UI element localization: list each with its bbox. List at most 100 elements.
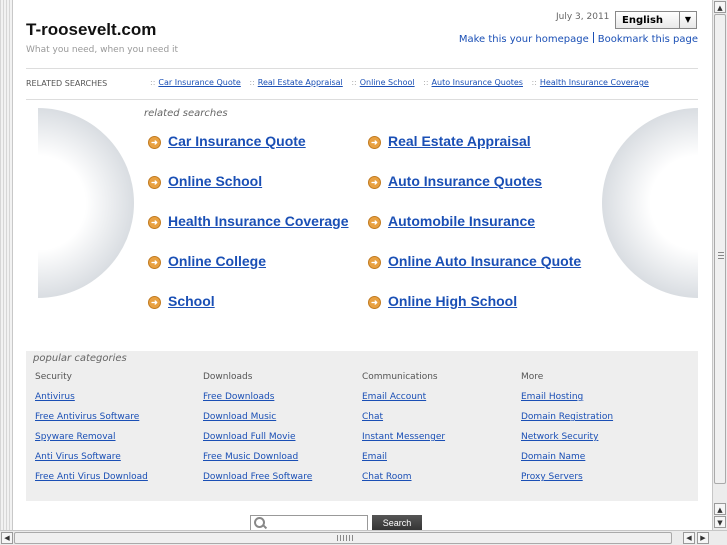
- related-search-item[interactable]: ➜ Health Insurance Coverage: [148, 213, 349, 229]
- related-search-item[interactable]: ➜ Car Insurance Quote: [148, 133, 306, 149]
- language-value: English: [622, 15, 664, 26]
- category-link[interactable]: Free Antivirus Software: [35, 412, 195, 432]
- decorative-arc-left: [38, 108, 134, 298]
- related-search-link[interactable]: Auto Insurance Quotes: [388, 173, 542, 189]
- category-title: Communications: [362, 372, 438, 382]
- related-search-link[interactable]: Online College: [168, 253, 266, 269]
- scroll-left-icon[interactable]: ◀: [683, 532, 695, 544]
- arrow-circle-icon: ➜: [368, 136, 381, 149]
- related-search-item[interactable]: ➜ Online Auto Insurance Quote: [368, 253, 581, 269]
- popular-categories-heading: popular categories: [33, 353, 127, 364]
- horizontal-scroll-thumb[interactable]: [14, 532, 672, 544]
- scroll-right-icon[interactable]: ▶: [697, 532, 709, 544]
- category-column-downloads: Downloads Free Downloads Download Music …: [203, 372, 363, 492]
- related-searches-heading: related searches: [144, 108, 228, 119]
- link-separator: ::: [249, 78, 255, 87]
- category-title: Security: [35, 372, 72, 382]
- scroll-left-icon[interactable]: ◀: [1, 532, 13, 544]
- vertical-scrollbar[interactable]: ▲ ▲ ▼: [712, 0, 727, 530]
- category-link[interactable]: Domain Name: [521, 452, 681, 472]
- category-link[interactable]: Spyware Removal: [35, 432, 195, 452]
- category-link[interactable]: Domain Registration: [521, 412, 681, 432]
- category-link[interactable]: Chat Room: [362, 472, 522, 492]
- bookmark-link[interactable]: Bookmark this page: [598, 34, 698, 45]
- scroll-down-icon[interactable]: ▼: [714, 516, 726, 528]
- arrow-circle-icon: ➜: [148, 256, 161, 269]
- related-search-item[interactable]: ➜ Automobile Insurance: [368, 213, 535, 229]
- related-search-link[interactable]: Car Insurance Quote: [168, 133, 306, 149]
- category-link[interactable]: Free Anti Virus Download: [35, 472, 195, 492]
- category-column-security: Security Antivirus Free Antivirus Softwa…: [35, 372, 195, 492]
- category-link[interactable]: Anti Virus Software: [35, 452, 195, 472]
- category-link[interactable]: Email Hosting: [521, 392, 681, 412]
- related-search-item[interactable]: ➜ Online College: [148, 253, 266, 269]
- vertical-scroll-thumb[interactable]: [714, 14, 726, 484]
- category-link[interactable]: Free Downloads: [203, 392, 363, 412]
- arrow-circle-icon: ➜: [148, 216, 161, 229]
- decorative-arc-right: [602, 108, 698, 298]
- arrow-circle-icon: ➜: [148, 136, 161, 149]
- category-link[interactable]: Proxy Servers: [521, 472, 681, 492]
- grip-icon: [718, 251, 724, 259]
- arrow-circle-icon: ➜: [368, 296, 381, 309]
- search-input[interactable]: [267, 517, 365, 529]
- magnifier-icon: [254, 517, 265, 528]
- top-links: Make this your homepage Bookmark this pag…: [459, 32, 698, 45]
- link-separator: ::: [531, 78, 537, 87]
- arrow-circle-icon: ➜: [148, 296, 161, 309]
- date-display: July 3, 2011: [556, 12, 610, 22]
- related-search-item[interactable]: ➜ Auto Insurance Quotes: [368, 173, 542, 189]
- related-searches-bar: RELATED SEARCHES :: Car Insurance Quote :…: [26, 68, 698, 100]
- related-search-item[interactable]: ➜ Online School: [148, 173, 262, 189]
- category-link[interactable]: Email Account: [362, 392, 522, 412]
- related-search-link[interactable]: Online Auto Insurance Quote: [388, 253, 581, 269]
- category-link[interactable]: Download Music: [203, 412, 363, 432]
- arrow-circle-icon: ➜: [148, 176, 161, 189]
- related-search-link[interactable]: Online High School: [388, 293, 517, 309]
- link-separator: ::: [351, 78, 357, 87]
- related-bar-link[interactable]: Real Estate Appraisal: [258, 78, 343, 87]
- make-homepage-link[interactable]: Make this your homepage: [459, 34, 589, 45]
- horizontal-scrollbar[interactable]: ◀ ◀ ▶: [0, 530, 727, 545]
- search-box[interactable]: [250, 515, 368, 531]
- popular-categories-panel: popular categories Security Antivirus Fr…: [26, 351, 698, 501]
- category-link[interactable]: Free Music Download: [203, 452, 363, 472]
- category-title: More: [521, 372, 544, 382]
- related-search-link[interactable]: Online School: [168, 173, 262, 189]
- category-title: Downloads: [203, 372, 253, 382]
- scroll-up-icon[interactable]: ▲: [714, 1, 726, 13]
- site-tagline: What you need, when you need it: [26, 45, 179, 55]
- related-bar-label: RELATED SEARCHES: [26, 79, 108, 88]
- related-bar-link[interactable]: Online School: [360, 78, 415, 87]
- related-search-item[interactable]: ➜ School: [148, 293, 215, 309]
- related-search-link[interactable]: Real Estate Appraisal: [388, 133, 531, 149]
- related-search-link[interactable]: School: [168, 293, 215, 309]
- related-bar-link[interactable]: Car Insurance Quote: [158, 78, 240, 87]
- related-search-item[interactable]: ➜ Real Estate Appraisal: [368, 133, 531, 149]
- scroll-up-icon[interactable]: ▲: [714, 503, 726, 515]
- chevron-down-icon[interactable]: ▼: [679, 12, 696, 28]
- grip-icon: [337, 535, 353, 541]
- related-bar-link[interactable]: Auto Insurance Quotes: [432, 78, 523, 87]
- language-select[interactable]: English ▼: [615, 11, 697, 29]
- related-search-link[interactable]: Health Insurance Coverage: [168, 213, 349, 229]
- site-title: T-roosevelt.com: [26, 20, 157, 39]
- category-link[interactable]: Email: [362, 452, 522, 472]
- arrow-circle-icon: ➜: [368, 176, 381, 189]
- related-search-item[interactable]: ➜ Online High School: [368, 293, 517, 309]
- related-search-link[interactable]: Automobile Insurance: [388, 213, 535, 229]
- arrow-circle-icon: ➜: [368, 216, 381, 229]
- arrow-circle-icon: ➜: [368, 256, 381, 269]
- category-link[interactable]: Antivirus: [35, 392, 195, 412]
- search-button[interactable]: Search: [372, 515, 422, 531]
- link-separator: ::: [150, 78, 156, 87]
- related-bar-links: :: Car Insurance Quote :: Real Estate Appr…: [144, 78, 649, 87]
- category-link[interactable]: Network Security: [521, 432, 681, 452]
- link-separator: ::: [423, 78, 429, 87]
- category-column-communications: Communications Email Account Chat Instan…: [362, 372, 522, 492]
- category-link[interactable]: Download Full Movie: [203, 432, 363, 452]
- related-bar-link[interactable]: Health Insurance Coverage: [540, 78, 649, 87]
- category-link[interactable]: Chat: [362, 412, 522, 432]
- category-link[interactable]: Download Free Software: [203, 472, 363, 492]
- category-link[interactable]: Instant Messenger: [362, 432, 522, 452]
